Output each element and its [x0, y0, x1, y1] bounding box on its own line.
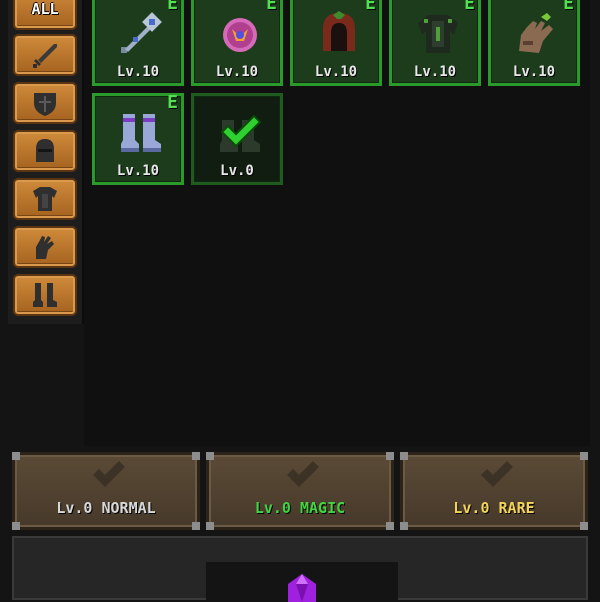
gem-box [206, 562, 398, 602]
equipped-badge: E [167, 92, 178, 113]
item-slot-hood[interactable]: E Lv.10 [290, 0, 382, 86]
boots-icon [33, 283, 57, 307]
category-weapon-tab[interactable] [13, 34, 77, 76]
checkmark-icon [287, 461, 319, 487]
item-slot-mace[interactable]: E Lv.10 [92, 0, 184, 86]
amulet-icon [223, 18, 257, 52]
shield-icon [34, 93, 56, 116]
category-sidebar: ALL [8, 0, 84, 324]
filter-rare-label: Lv.0 RARE [453, 499, 535, 517]
checkmark-icon [481, 461, 513, 487]
filter-normal-button[interactable]: Lv.0 NORMAL [12, 452, 200, 530]
gauntlet-icon [519, 13, 553, 53]
item-slot-chest-armor[interactable]: E Lv.10 [389, 0, 481, 86]
category-gloves-tab[interactable] [13, 226, 77, 268]
item-slot-boots[interactable]: E Lv.10 [92, 92, 184, 185]
category-all-label: ALL [31, 0, 59, 18]
item-level: Lv.0 [220, 163, 254, 179]
equipped-badge: E [266, 0, 277, 14]
equipped-badge: E [464, 0, 475, 14]
item-level: Lv.10 [215, 64, 259, 80]
category-armor-tab[interactable] [13, 178, 77, 220]
equipped-badge: E [563, 0, 574, 14]
filter-magic-label: Lv.0 MAGIC [254, 499, 346, 517]
sword-icon [33, 44, 57, 68]
category-boots-tab[interactable] [13, 274, 77, 316]
equipped-badge: E [167, 0, 178, 14]
checkmark-icon [93, 461, 125, 487]
bottom-panel [12, 536, 588, 602]
glove-icon [36, 236, 54, 259]
filter-magic-button[interactable]: Lv.0 MAGIC [206, 452, 394, 530]
hood-icon [323, 11, 355, 51]
armor-icon [33, 187, 57, 211]
item-level: Lv.10 [314, 64, 358, 80]
purple-gem-icon[interactable] [284, 574, 320, 602]
item-level: Lv.10 [413, 64, 457, 80]
category-helmet-tab[interactable] [13, 130, 77, 172]
item-slot-dark-boots[interactable]: Lv.0 [191, 93, 283, 185]
item-slot-amulet[interactable]: E Lv.10 [191, 0, 283, 86]
filter-rare-button[interactable]: Lv.0 RARE [400, 452, 588, 530]
item-level: Lv.10 [116, 163, 160, 179]
filter-normal-label: Lv.0 NORMAL [56, 499, 156, 517]
boots-icon [121, 114, 161, 152]
category-shield-tab[interactable] [13, 82, 77, 124]
helmet-icon [36, 139, 54, 162]
category-all-tab[interactable]: ALL [13, 0, 77, 30]
checkmark-icon [220, 114, 262, 148]
item-level: Lv.10 [512, 64, 556, 80]
mace-icon [121, 12, 162, 53]
equipped-badge: E [365, 0, 376, 14]
item-level: Lv.10 [116, 64, 160, 80]
item-slot-gauntlet[interactable]: E Lv.10 [488, 0, 580, 86]
chest-armor-icon [418, 15, 458, 53]
